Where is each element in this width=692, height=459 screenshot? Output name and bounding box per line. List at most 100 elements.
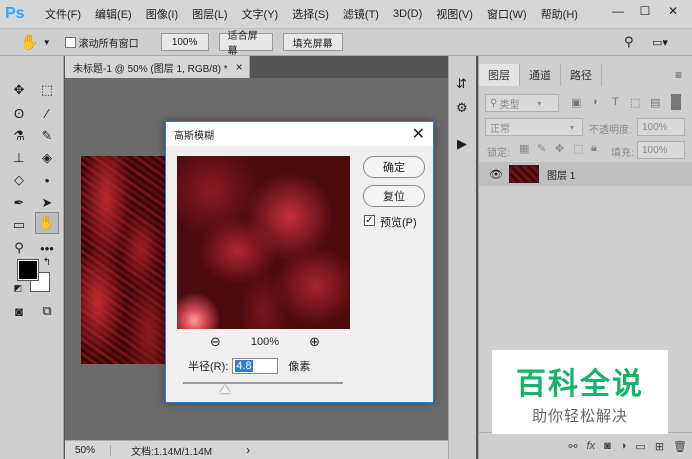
filter-shape-icon[interactable]: ⬚ <box>630 96 640 109</box>
lasso-tool-icon[interactable]: ʘ <box>8 103 30 123</box>
radius-slider-thumb[interactable] <box>220 385 230 393</box>
stamp-tool-icon[interactable]: ⊥ <box>8 148 30 168</box>
lock-all-icon[interactable]: 🔒︎ <box>591 142 597 155</box>
menu-view[interactable]: 视图(V) <box>436 6 473 22</box>
actions-play-icon[interactable]: ▶ <box>457 136 467 152</box>
document-info: 文档:1.14M/1.14M <box>131 446 213 458</box>
lock-paint-icon[interactable]: ✎ <box>537 142 546 155</box>
layer-thumbnail <box>508 165 539 183</box>
menu-bar: Ps 文件(F) 编辑(E) 图像(I) 图层(L) 文字(Y) 选择(S) 滤… <box>0 0 692 28</box>
filter-type-icon[interactable]: T <box>612 96 619 108</box>
delete-layer-icon[interactable]: 🗑︎ <box>673 440 687 453</box>
blend-mode-arrow-icon: ▾ <box>570 122 575 132</box>
tab-paths[interactable]: 路径 <box>561 64 602 86</box>
close-window-button[interactable]: ✕ <box>661 2 685 20</box>
menu-layer[interactable]: 图层(L) <box>192 6 227 22</box>
menu-type[interactable]: 文字(Y) <box>242 6 279 22</box>
reset-button[interactable]: 复位 <box>363 185 425 207</box>
properties-panel-icon[interactable]: ⚙ <box>456 100 468 116</box>
menu-window[interactable]: 窗口(W) <box>487 6 527 22</box>
filter-pixel-icon[interactable]: ▣ <box>571 96 581 109</box>
opacity-input[interactable]: 100% <box>637 118 685 136</box>
radius-slider-track[interactable] <box>183 382 343 384</box>
filter-adjust-icon[interactable]: ◑ <box>591 96 598 108</box>
layer-row[interactable]: 👁︎ 图层 1 <box>479 162 692 186</box>
fill-input[interactable]: 100% <box>637 141 685 159</box>
menu-edit[interactable]: 编辑(E) <box>95 6 132 22</box>
menu-3d[interactable]: 3D(D) <box>393 8 422 20</box>
layer-style-icon[interactable]: fx <box>587 440 596 452</box>
canvas-image[interactable] <box>81 156 166 364</box>
layer-name[interactable]: 图层 1 <box>547 167 575 182</box>
close-icon[interactable]: ✕ <box>412 124 425 144</box>
filter-search-icon: ⚲ <box>490 97 498 109</box>
smudge-tool-icon[interactable]: • <box>36 170 58 190</box>
adjustment-layer-icon[interactable]: ◑ <box>620 440 627 452</box>
menu-image[interactable]: 图像(I) <box>146 6 178 22</box>
quick-mask-icon[interactable]: ◙ <box>8 301 30 321</box>
minimize-button[interactable]: — <box>606 2 630 20</box>
search-icon[interactable]: ⚲ <box>624 34 634 50</box>
close-tab-icon[interactable]: × <box>236 60 243 74</box>
foreground-color-swatch[interactable] <box>17 259 39 281</box>
filter-kind-select[interactable]: ⚲ 类型 ▾ <box>485 94 559 112</box>
document-tab[interactable]: 未标题-1 @ 50% (图层 1, RGB/8) * × <box>65 56 250 78</box>
tab-layers[interactable]: 图层 <box>479 64 520 86</box>
tab-channels[interactable]: 通道 <box>520 64 561 86</box>
brush-tool-icon[interactable]: ✎ <box>36 126 58 146</box>
menu-file[interactable]: 文件(F) <box>45 6 81 22</box>
move-tool-icon[interactable]: ✥ <box>8 80 30 100</box>
blur-preview[interactable] <box>177 156 350 329</box>
hand-tool-active-icon[interactable]: ✋ <box>35 212 59 234</box>
path-select-tool-icon[interactable]: ➤ <box>36 193 58 213</box>
swap-colors-icon[interactable]: ↰ <box>40 255 54 269</box>
fill-value: 100% <box>642 144 668 156</box>
dialog-title-bar[interactable]: 高斯模糊 ✕ <box>166 122 433 146</box>
bucket-tool-icon[interactable]: ◇ <box>8 170 30 190</box>
radius-value: 4.8 <box>235 360 253 372</box>
marquee-tool-icon[interactable]: ⬚ <box>36 80 58 100</box>
link-layers-icon[interactable]: ⚯ <box>568 440 577 453</box>
pen-tool-icon[interactable]: ✒ <box>8 193 30 213</box>
lock-transparent-icon[interactable]: ▦ <box>519 142 529 155</box>
eraser-tool-icon[interactable]: ◈ <box>36 148 58 168</box>
menu-filter[interactable]: 滤镜(T) <box>343 6 379 22</box>
fill-screen-button[interactable]: 填充屏幕 <box>282 33 343 51</box>
zoom-100-button[interactable]: 100% <box>160 33 209 51</box>
hand-tool-icon[interactable]: ✋ <box>20 33 39 51</box>
default-colors-icon[interactable]: ◩ <box>12 282 24 294</box>
scroll-all-windows-checkbox[interactable] <box>64 36 76 48</box>
screen-mode-icon[interactable]: ⧉ <box>36 301 58 321</box>
restore-button[interactable]: ☐ <box>633 2 657 20</box>
zoom-level-field[interactable]: 50% <box>75 444 111 456</box>
status-menu-arrow-icon[interactable]: › <box>246 443 250 457</box>
zoom-out-icon[interactable]: ⊖ <box>210 334 221 350</box>
status-bar: 50% 文档:1.14M/1.14M › <box>65 440 448 459</box>
new-layer-icon[interactable]: ⊞ <box>655 440 664 453</box>
history-panel-icon[interactable]: ⇵ <box>456 76 467 92</box>
filter-smart-icon[interactable]: ▤ <box>650 96 660 109</box>
zoom-tool-icon[interactable]: ⚲ <box>8 238 30 258</box>
tool-preset-arrow-icon[interactable]: ▼ <box>43 38 51 47</box>
layers-bottom-toolbar: ⚯ fx ◙ ◑ ▭ ⊞ 🗑︎ <box>479 432 692 459</box>
radius-input[interactable]: 4.8 <box>232 358 279 374</box>
lock-artboard-icon[interactable]: ⬚ <box>573 142 583 155</box>
filter-toggle-icon[interactable] <box>671 94 681 110</box>
eyedropper-tool-icon[interactable]: ⚗ <box>8 126 30 146</box>
menu-select[interactable]: 选择(S) <box>292 6 329 22</box>
zoom-in-icon[interactable]: ⊕ <box>309 334 320 350</box>
panel-menu-icon[interactable]: ≡ <box>675 68 682 82</box>
magic-wand-tool-icon[interactable]: ⁄ <box>36 103 58 123</box>
blend-mode-select[interactable]: 正常 ▾ <box>485 118 583 136</box>
lock-move-icon[interactable]: ✥ <box>555 142 564 155</box>
workspace-icon[interactable]: ▭▾ <box>652 36 668 49</box>
ok-button[interactable]: 确定 <box>363 156 425 178</box>
fit-screen-button[interactable]: 适合屏幕 <box>218 31 273 57</box>
photoshop-logo[interactable]: Ps <box>5 3 29 25</box>
menu-help[interactable]: 帮助(H) <box>541 6 578 22</box>
new-group-icon[interactable]: ▭ <box>635 440 645 453</box>
visibility-eye-icon[interactable]: 👁︎ <box>489 168 503 181</box>
preview-checkbox[interactable]: ✓ <box>364 215 375 226</box>
add-mask-icon[interactable]: ◙ <box>604 440 611 452</box>
rectangle-tool-icon[interactable]: ▭ <box>8 215 30 235</box>
